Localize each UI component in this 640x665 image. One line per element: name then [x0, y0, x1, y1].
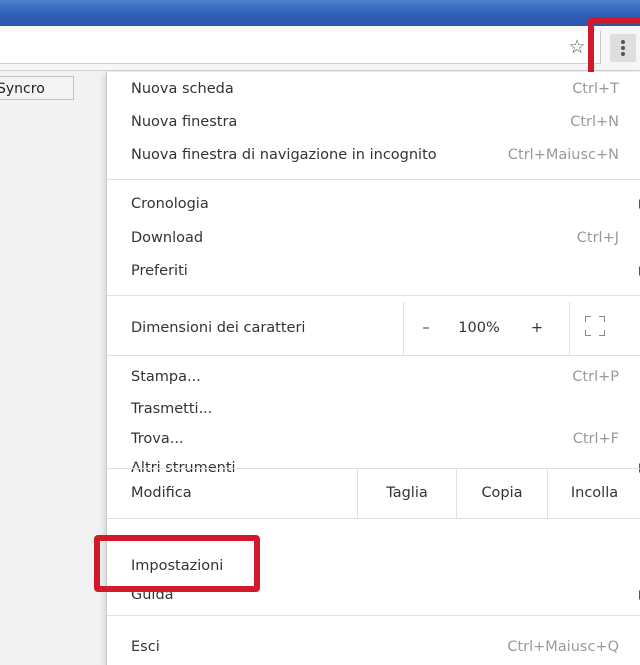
- omnibox[interactable]: [0, 31, 601, 64]
- bookmark-item-syncro[interactable]: Syncro: [0, 76, 74, 100]
- menu-item-print[interactable]: Stampa...: [131, 365, 201, 389]
- shortcut-print: Ctrl+P: [572, 369, 619, 385]
- menu-item-new-incognito-window[interactable]: Nuova finestra di navigazione in incogni…: [131, 143, 437, 167]
- shortcut-exit: Ctrl+Maiusc+Q: [507, 639, 619, 655]
- menu-item-find[interactable]: Trova...: [131, 427, 184, 451]
- menu-separator: [107, 179, 640, 180]
- menu-separator: [107, 295, 640, 296]
- menu-item-history[interactable]: Cronologia: [131, 192, 209, 216]
- zoom-label: Dimensioni dei caratteri: [131, 320, 306, 336]
- cut-button[interactable]: Taglia: [358, 481, 456, 505]
- divider: [403, 302, 404, 355]
- copy-button[interactable]: Copia: [457, 481, 547, 505]
- fullscreen-icon[interactable]: [585, 316, 605, 336]
- page-background: [0, 71, 104, 665]
- menu-separator: [107, 518, 640, 519]
- divider: [569, 302, 570, 355]
- highlight-settings-annotation: [94, 535, 260, 592]
- shortcut-find: Ctrl+F: [572, 431, 619, 447]
- edit-row: Modifica Taglia Copia Incolla: [107, 468, 640, 518]
- menu-item-bookmarks[interactable]: Preferiti: [131, 259, 188, 283]
- window-titlebar: [0, 0, 640, 26]
- bookmark-star-icon[interactable]: ☆: [566, 36, 588, 58]
- zoom-level-value: 100%: [458, 320, 500, 336]
- menu-item-exit[interactable]: Esci: [131, 635, 160, 659]
- shortcut-new-incognito-window: Ctrl+Maiusc+N: [507, 147, 619, 163]
- zoom-row: Dimensioni dei caratteri – 100% +: [107, 302, 640, 355]
- shortcut-downloads: Ctrl+J: [576, 230, 619, 246]
- menu-separator: [107, 355, 640, 356]
- browser-toolbar: [0, 26, 640, 71]
- zoom-out-button[interactable]: –: [411, 316, 441, 340]
- menu-item-new-tab[interactable]: Nuova scheda: [131, 77, 234, 101]
- menu-item-new-window[interactable]: Nuova finestra: [131, 110, 237, 134]
- menu-separator: [107, 615, 640, 616]
- menu-item-cast[interactable]: Trasmetti...: [131, 397, 212, 421]
- menu-item-downloads[interactable]: Download: [131, 226, 203, 250]
- zoom-in-button[interactable]: +: [525, 316, 549, 340]
- shortcut-new-tab: Ctrl+T: [572, 81, 619, 97]
- edit-label: Modifica: [131, 485, 192, 501]
- highlight-menu-button-annotation: [588, 17, 640, 80]
- paste-button[interactable]: Incolla: [548, 481, 640, 505]
- shortcut-new-window: Ctrl+N: [570, 114, 619, 130]
